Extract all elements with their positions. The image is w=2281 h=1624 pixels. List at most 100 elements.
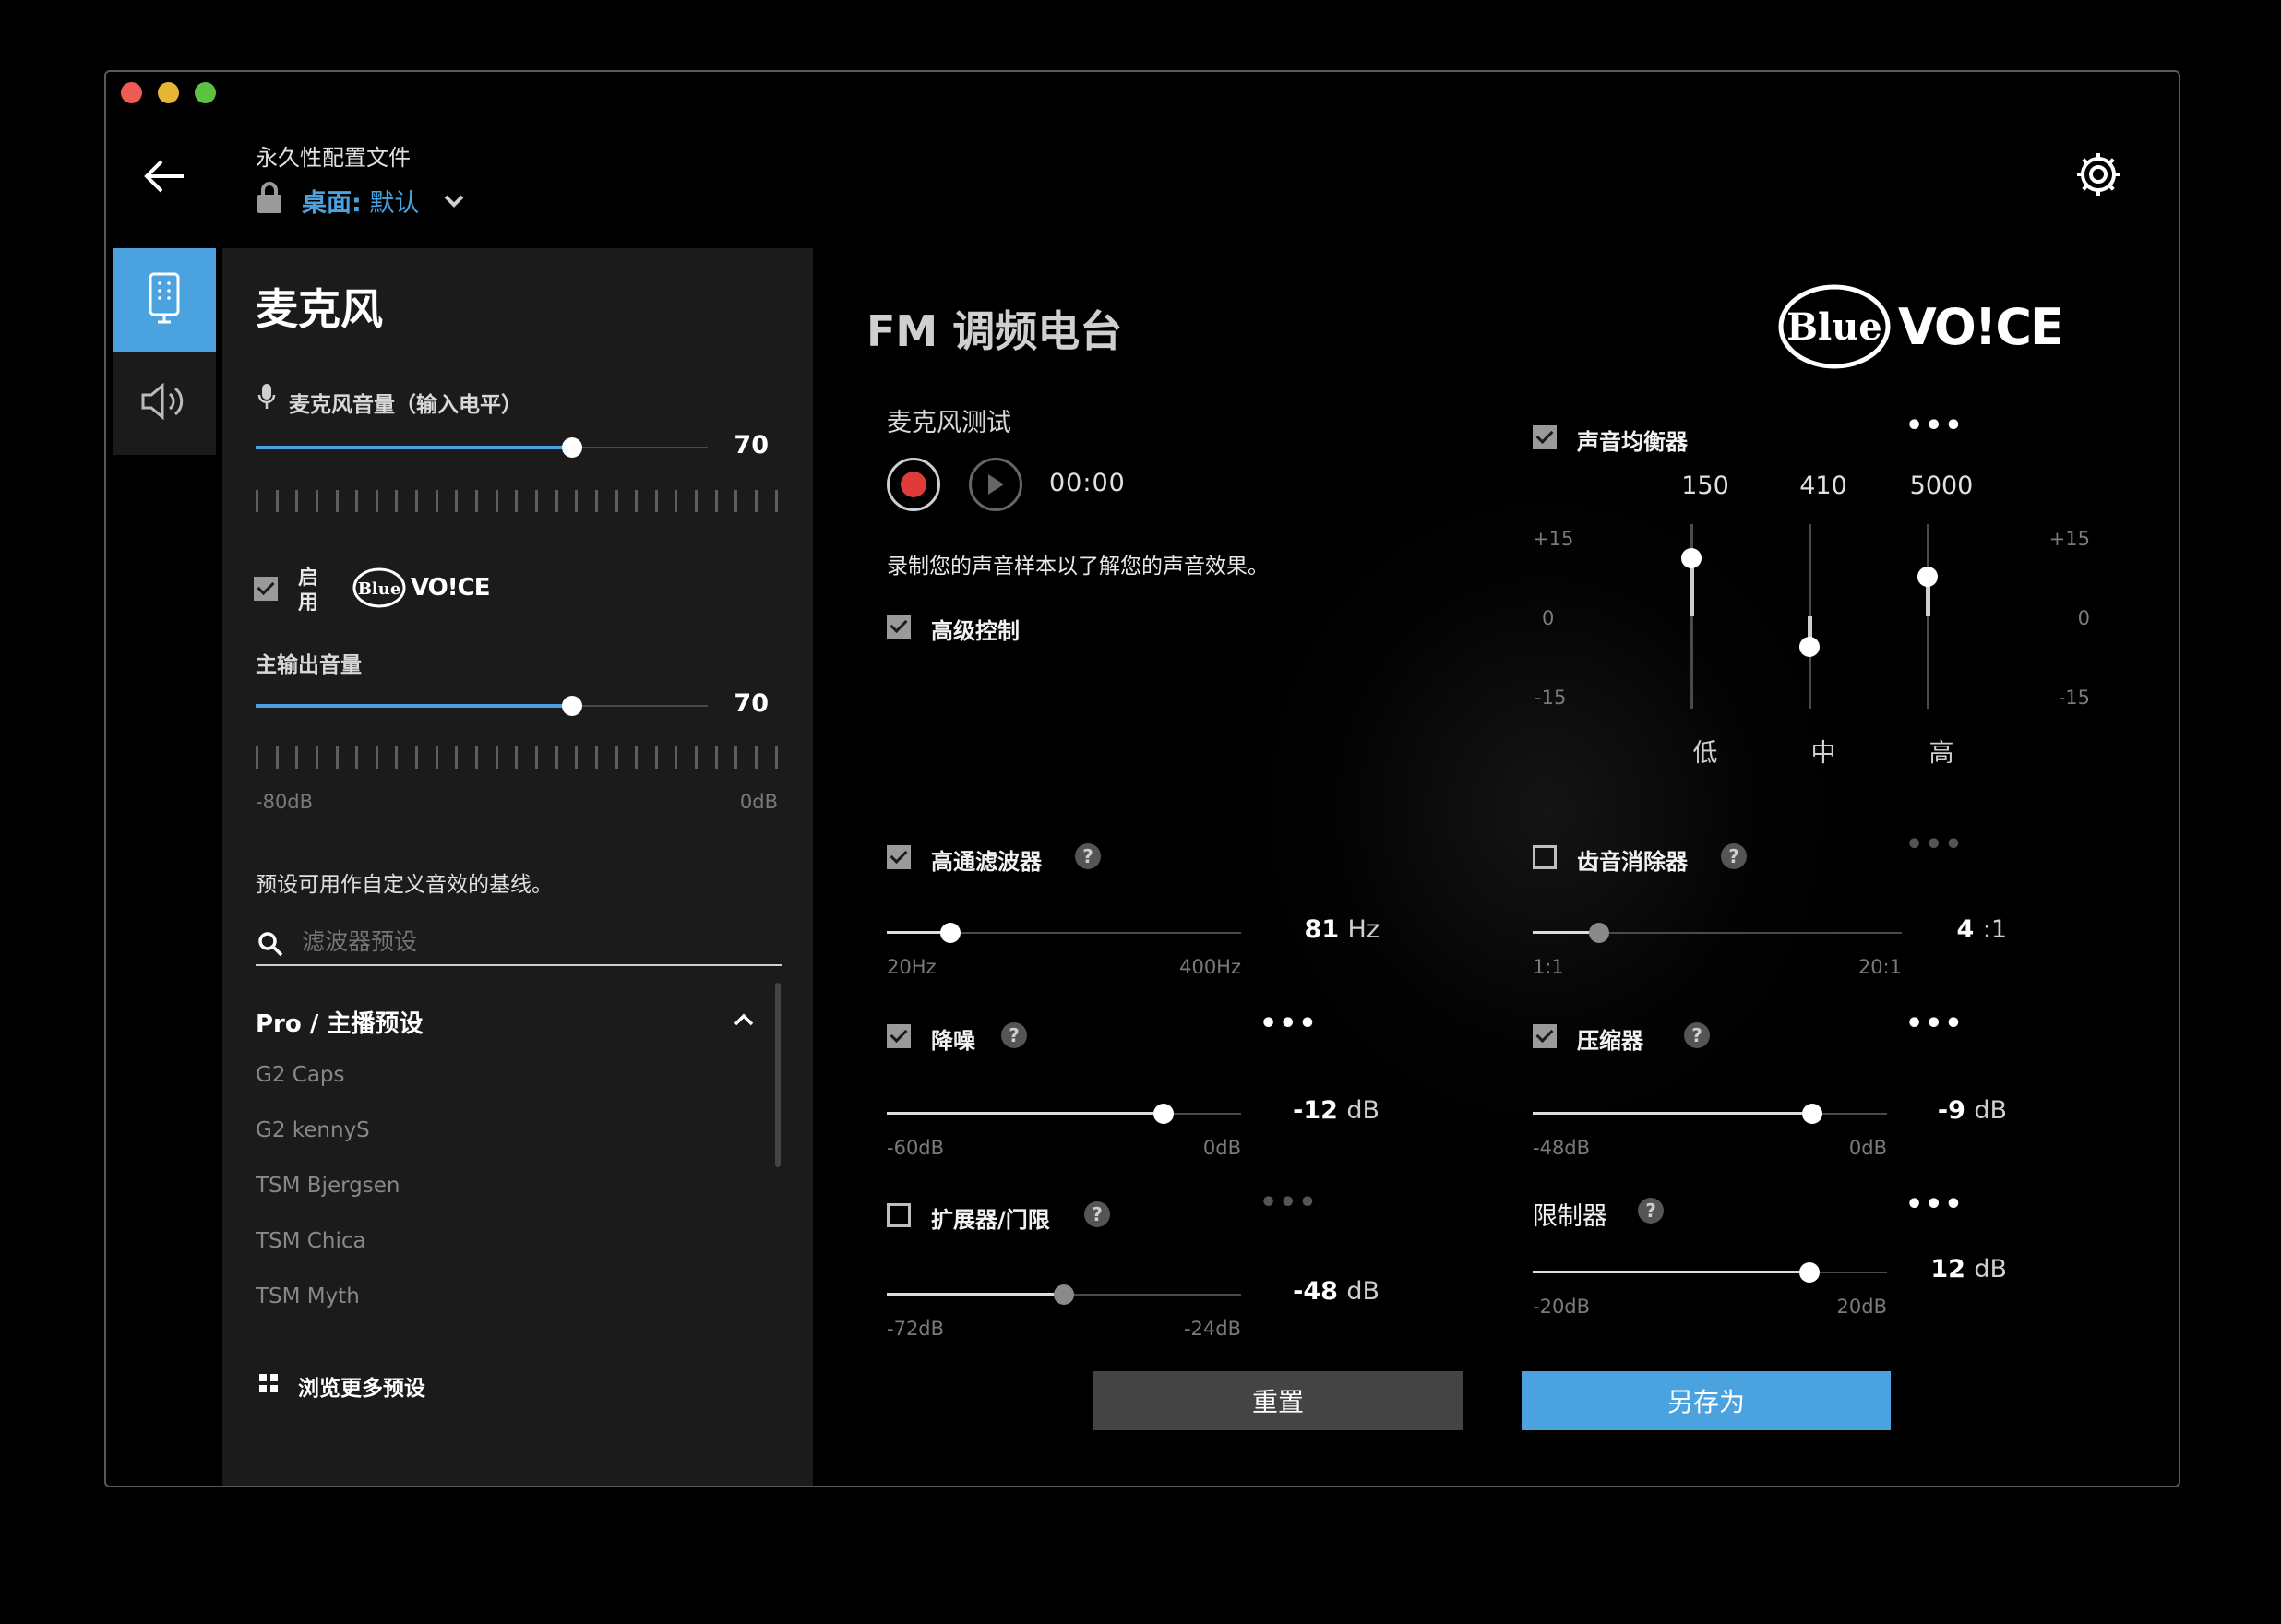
expander-help-icon[interactable]: ? [1084,1201,1110,1227]
lock-icon [256,181,283,218]
advanced-label: 高级控制 [931,618,1020,644]
compressor-help-icon[interactable]: ? [1684,1022,1710,1048]
brand-voice-text: VO!CE [1898,297,2064,356]
compressor-checkbox[interactable] [1533,1024,1557,1048]
preset-scrollbar[interactable] [775,983,781,1167]
play-button[interactable] [969,458,1022,511]
output-volume-slider[interactable] [256,696,708,716]
brand-blue-text: Blue [1786,305,1882,349]
eq-band-thumb[interactable] [1917,567,1938,587]
equalizer-checkbox[interactable] [1533,425,1557,449]
expander-checkbox[interactable] [887,1203,911,1227]
zoom-window-button[interactable] [195,82,216,103]
equalizer-label: 声音均衡器 [1577,429,1688,455]
back-arrow-icon[interactable] [141,158,187,198]
limiter-slider[interactable] [1533,1262,1887,1283]
limiter-help-icon[interactable]: ? [1638,1198,1664,1224]
record-button[interactable] [887,458,940,511]
deesser-value: 4 :1 [1915,915,2007,944]
preset-group-title[interactable]: Pro / 主播预设 [256,1005,423,1039]
panel-title: 麦克风 [256,284,383,334]
compressor-slider[interactable] [1533,1104,1887,1124]
deesser-label: 齿音消除器 [1577,849,1688,875]
preset-item[interactable]: TSM Myth [256,1282,717,1337]
noise-min: -60dB [887,1137,945,1159]
nav-speaker[interactable] [113,352,216,455]
preset-search[interactable] [256,920,782,966]
chevron-down-icon[interactable] [444,194,464,211]
eq-scale-bottom-right: -15 [2058,687,2090,709]
noise-checkbox[interactable] [887,1024,911,1048]
eq-scale-top-right: +15 [2048,528,2090,550]
chevron-up-icon[interactable] [734,1012,754,1030]
expander-min: -72dB [887,1318,945,1340]
deesser-more-icon[interactable]: ••• [1905,831,1965,859]
minimize-window-button[interactable] [158,82,179,103]
expander-more-icon[interactable]: ••• [1260,1189,1319,1217]
close-window-button[interactable] [121,82,142,103]
blue-voice-logo: Blue VO!CE [352,567,490,609]
mic-test-time: 00:00 [1049,469,1126,497]
headset-background [1213,441,1878,1179]
expander-value-number: -48 [1293,1277,1338,1306]
output-volume-value: 70 [734,689,769,718]
microphone-icon [141,270,187,329]
deesser-help-icon[interactable]: ? [1721,843,1747,869]
preset-item[interactable]: G2 kennyS [256,1116,717,1171]
deesser-checkbox[interactable] [1533,845,1557,869]
eq-band-slider[interactable] [1681,524,1702,709]
preset-item[interactable]: G2 Caps [256,1060,717,1116]
eq-band-thumb[interactable] [1681,548,1702,568]
mic-volume-slider[interactable] [256,437,708,458]
eq-band-slider[interactable] [1917,524,1938,709]
save-as-button[interactable]: 另存为 [1522,1371,1891,1430]
compressor-more-icon[interactable]: ••• [1905,1010,1965,1038]
eq-band-name: 高 [1929,739,1954,768]
gear-icon[interactable] [2073,149,2123,203]
blue-voice-enable-checkbox[interactable] [254,577,278,601]
deesser-thumb[interactable] [1589,923,1609,943]
mic-test-description: 录制您的声音样本以了解您的声音效果。 [887,555,1269,579]
eq-scale-bottom-left: -15 [1535,687,1567,709]
noise-more-icon[interactable]: ••• [1260,1010,1319,1038]
deesser-min: 1:1 [1533,956,1564,978]
noise-max: 0dB [1202,1137,1241,1159]
noise-slider[interactable] [887,1104,1241,1124]
noise-label: 降噪 [931,1028,975,1054]
output-min-label: -80dB [256,791,314,813]
eq-band-slider[interactable] [1799,524,1820,709]
limiter-thumb[interactable] [1798,1262,1820,1283]
deesser-slider[interactable] [1533,923,1902,943]
output-volume-thumb[interactable] [562,696,582,716]
expander-slider[interactable] [887,1284,1241,1305]
highpass-help-icon[interactable]: ? [1075,843,1101,869]
preset-search-input[interactable] [300,924,765,959]
highpass-thumb[interactable] [940,923,961,943]
mic-level-meter [256,490,778,512]
reset-button[interactable]: 重置 [1093,1371,1463,1430]
preset-item[interactable]: TSM Chica [256,1226,717,1282]
equalizer-more-icon[interactable]: ••• [1905,412,1965,440]
mic-volume-thumb[interactable] [562,437,582,458]
preset-item[interactable]: TSM Bjergsen [256,1171,717,1226]
eq-band-thumb[interactable] [1799,637,1820,657]
compressor-max: 0dB [1848,1137,1887,1159]
noise-value-number: -12 [1293,1096,1338,1125]
noise-help-icon[interactable]: ? [1001,1022,1027,1048]
profile-caption: 永久性配置文件 [256,145,411,171]
browse-more-presets[interactable]: 浏览更多预设 [298,1370,425,1402]
highpass-label: 高通滤波器 [931,849,1042,875]
highpass-slider[interactable] [887,923,1241,943]
expander-thumb[interactable] [1054,1284,1074,1305]
noise-thumb[interactable] [1152,1104,1174,1124]
compressor-thumb[interactable] [1802,1104,1823,1124]
eq-band-freq: 150 [1681,472,1729,500]
highpass-value: 81 Hz [1260,915,1379,944]
search-icon [257,931,283,961]
nav-microphone[interactable] [113,248,216,352]
output-level-meter [256,746,778,769]
advanced-checkbox[interactable] [887,615,911,639]
highpass-checkbox[interactable] [887,845,911,869]
limiter-more-icon[interactable]: ••• [1905,1191,1965,1219]
profile-selector[interactable]: 桌面: 默认 [302,183,419,219]
